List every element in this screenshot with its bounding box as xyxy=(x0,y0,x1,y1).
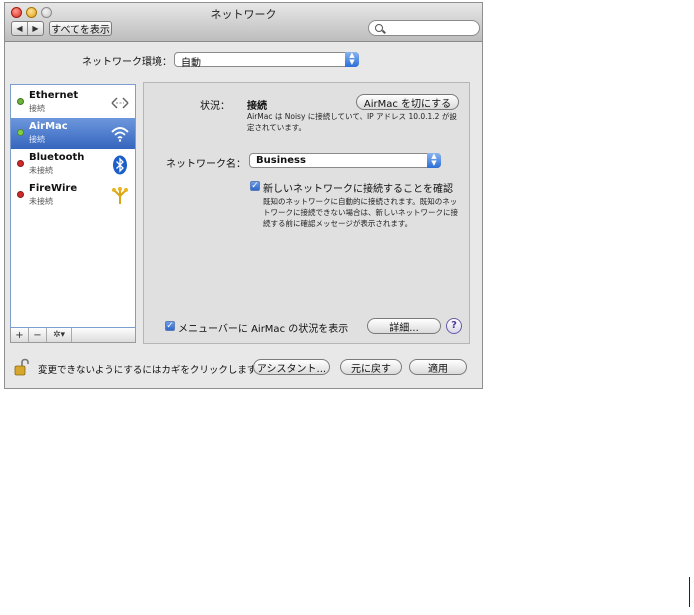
service-item-airmac[interactable]: AirMac 接続 xyxy=(11,118,135,149)
status-dot-icon xyxy=(17,160,24,167)
status-value: 接続 xyxy=(247,101,267,112)
title-bar: ネットワーク ◀ ▶ すべてを表示 xyxy=(5,3,482,42)
assistant-button[interactable]: アシスタント... xyxy=(253,359,330,375)
location-popup[interactable]: 自動 ▲ ▼ xyxy=(174,52,359,69)
search-field[interactable] xyxy=(368,20,480,36)
bluetooth-icon xyxy=(113,155,127,175)
location-value: 自動 xyxy=(181,58,201,69)
network-name-value: Business xyxy=(256,155,306,166)
status-description: AirMac は Noisy に接続していて、IP アドレス 10.0.1.2 … xyxy=(247,112,457,132)
revert-button[interactable]: 元に戻す xyxy=(340,359,402,375)
firewire-icon xyxy=(112,187,128,204)
show-all-button[interactable]: すべてを表示 xyxy=(49,21,112,36)
service-name: FireWire xyxy=(29,183,78,194)
service-item-bluetooth[interactable]: Bluetooth 未接続 xyxy=(11,149,135,180)
forward-arrow-icon[interactable]: ▶ xyxy=(27,22,43,35)
service-list: Ethernet 接続 AirMac 接続 Bluetooth 未接続 Fire… xyxy=(10,84,136,328)
add-service-button[interactable]: + xyxy=(11,328,29,342)
show-in-menubar-label[interactable]: メニューバーに AirMac の状況を表示 xyxy=(178,320,348,335)
service-status: 未接続 xyxy=(29,166,53,175)
service-item-ethernet[interactable]: Ethernet 接続 xyxy=(11,87,135,118)
service-status: 接続 xyxy=(29,104,45,113)
ask-to-join-checkbox[interactable]: ✓ xyxy=(250,181,260,191)
gear-icon[interactable]: ✲▾ xyxy=(47,328,72,342)
network-name-popup[interactable]: Business ▲ ▼ xyxy=(249,153,441,168)
wifi-icon xyxy=(111,127,129,142)
search-icon xyxy=(375,24,383,32)
lock-icon[interactable] xyxy=(14,358,30,376)
ethernet-arrows-icon xyxy=(111,97,129,109)
help-button[interactable]: ? xyxy=(446,318,462,334)
status-dot-icon xyxy=(17,98,24,105)
service-item-firewire[interactable]: FireWire 未接続 xyxy=(11,180,135,211)
service-status: 未接続 xyxy=(29,197,53,206)
back-forward-control: ◀ ▶ xyxy=(11,21,44,36)
edge-line xyxy=(689,577,690,607)
status-label: 状況： xyxy=(200,101,230,112)
popup-arrows-icon: ▲ ▼ xyxy=(427,153,441,168)
turn-airmac-off-button[interactable]: AirMac を切にする xyxy=(356,94,459,110)
service-name: Ethernet xyxy=(29,90,79,101)
ask-to-join-description: 既知のネットワークに自動的に接続されます。既知のネットワークに接続できない場合は… xyxy=(263,197,458,228)
network-name-label: ネットワーク名： xyxy=(166,159,246,170)
location-label: ネットワーク環境： xyxy=(82,57,172,68)
service-list-toolbar: + − ✲▾ xyxy=(10,328,136,343)
status-dot-icon xyxy=(17,191,24,198)
service-name: Bluetooth xyxy=(29,152,85,163)
back-arrow-icon[interactable]: ◀ xyxy=(12,22,27,35)
service-status: 接続 xyxy=(29,135,45,144)
service-name: AirMac xyxy=(29,121,68,132)
lock-message: 変更できないようにするにはカギをクリックします。 xyxy=(38,365,265,376)
advanced-button[interactable]: 詳細... xyxy=(367,318,441,334)
popup-arrows-icon: ▲ ▼ xyxy=(345,52,359,67)
apply-button[interactable]: 適用 xyxy=(409,359,467,375)
remove-service-button[interactable]: − xyxy=(29,328,47,342)
status-dot-icon xyxy=(17,129,24,136)
ask-to-join-label[interactable]: 新しいネットワークに接続することを確認 xyxy=(263,180,453,195)
show-in-menubar-checkbox[interactable]: ✓ xyxy=(165,321,175,331)
